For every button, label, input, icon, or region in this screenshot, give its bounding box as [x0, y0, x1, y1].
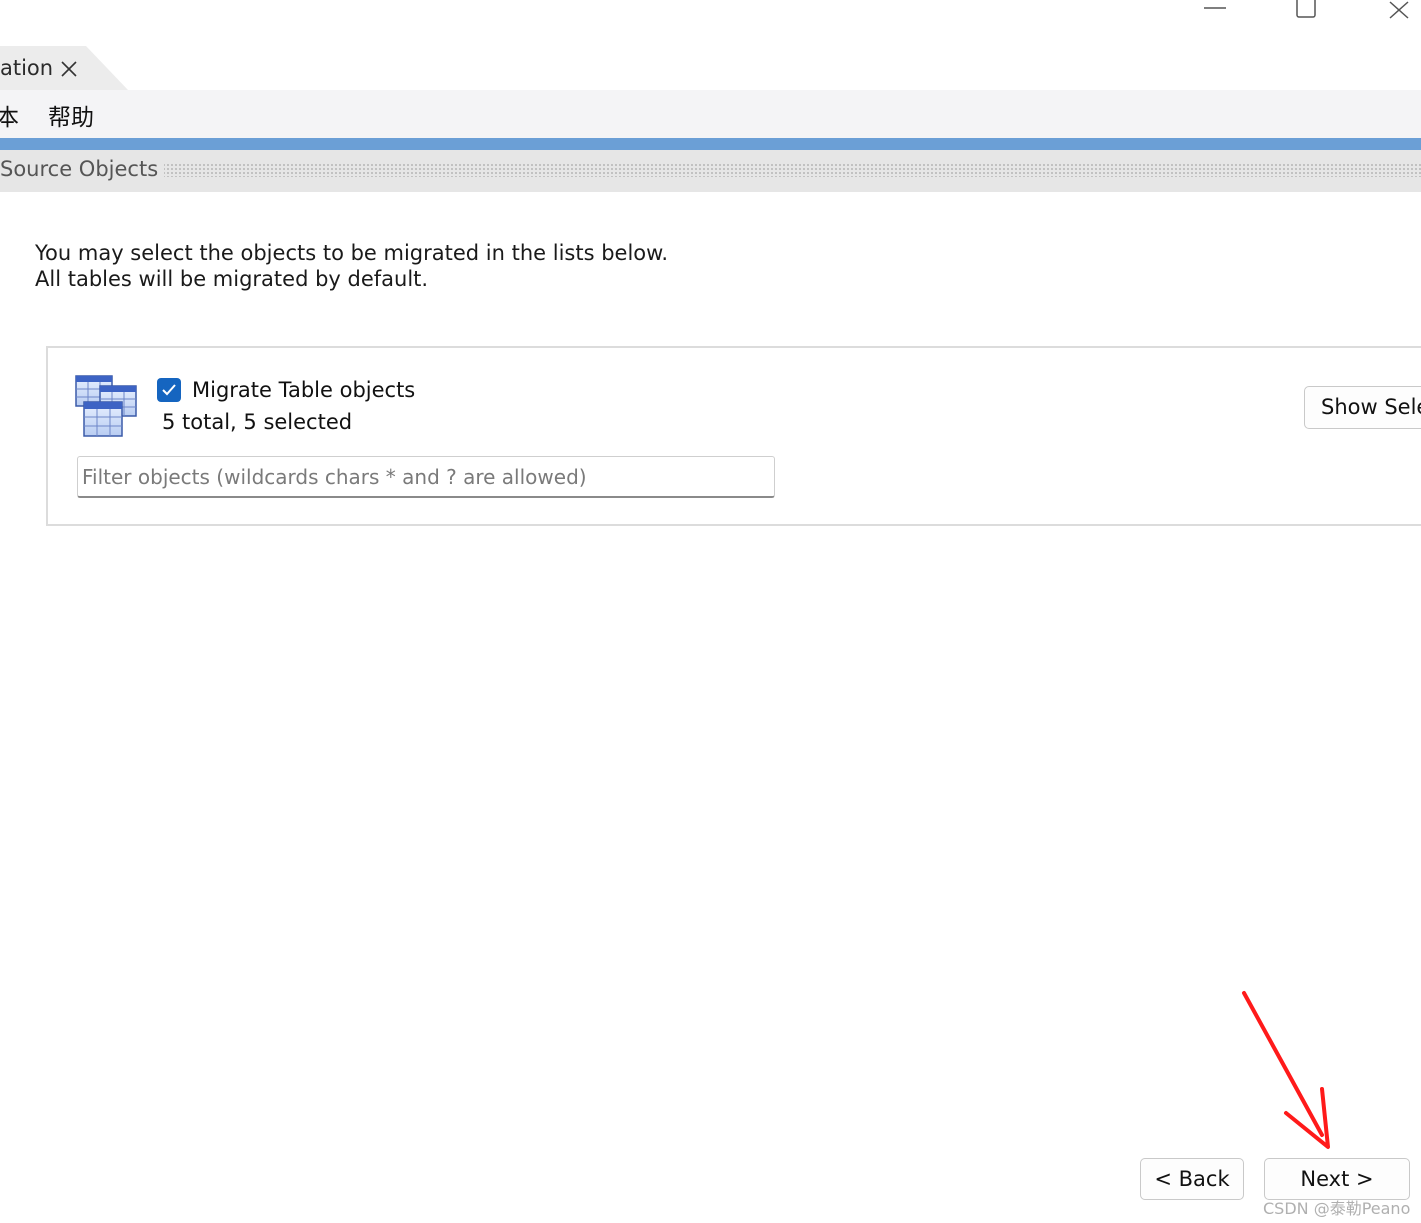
maximize-icon: [1296, 0, 1316, 18]
section-title: Source Objects: [0, 157, 165, 181]
watermark: CSDN @泰勒Peano: [1263, 1199, 1411, 1218]
accent-stripe: [0, 138, 1421, 150]
back-button[interactable]: < Back: [1140, 1158, 1244, 1200]
close-icon: [1389, 1, 1409, 19]
next-button[interactable]: Next >: [1264, 1158, 1410, 1200]
window-close-button[interactable]: [1380, 0, 1420, 24]
description-line-1: You may select the objects to be migrate…: [35, 241, 669, 265]
close-icon: [61, 61, 77, 77]
menu-item-help[interactable]: 帮助: [48, 98, 94, 132]
annotation-arrow-icon: [1242, 991, 1330, 1149]
migrate-table-checkbox[interactable]: [157, 378, 181, 402]
tab-close-button[interactable]: [58, 58, 80, 80]
maximize-button[interactable]: [1286, 0, 1326, 24]
minimize-button[interactable]: [1196, 0, 1236, 24]
section-divider: [150, 163, 1421, 177]
description-line-2: All tables will be migrated by default.: [35, 267, 429, 291]
table-objects-icon: [75, 375, 137, 437]
menu-bar: [0, 90, 1421, 138]
filter-objects-input[interactable]: [77, 456, 775, 498]
checkmark-icon: [162, 384, 176, 396]
migrate-table-label[interactable]: Migrate Table objects: [192, 378, 415, 402]
table-objects-group: [46, 346, 1421, 526]
menu-item-1[interactable]: 本: [0, 98, 19, 132]
show-selection-button[interactable]: Show Selection: [1304, 386, 1421, 429]
minimize-icon: [1204, 7, 1226, 9]
selection-count: 5 total, 5 selected: [162, 410, 353, 434]
tab-label: ation: [0, 56, 54, 80]
